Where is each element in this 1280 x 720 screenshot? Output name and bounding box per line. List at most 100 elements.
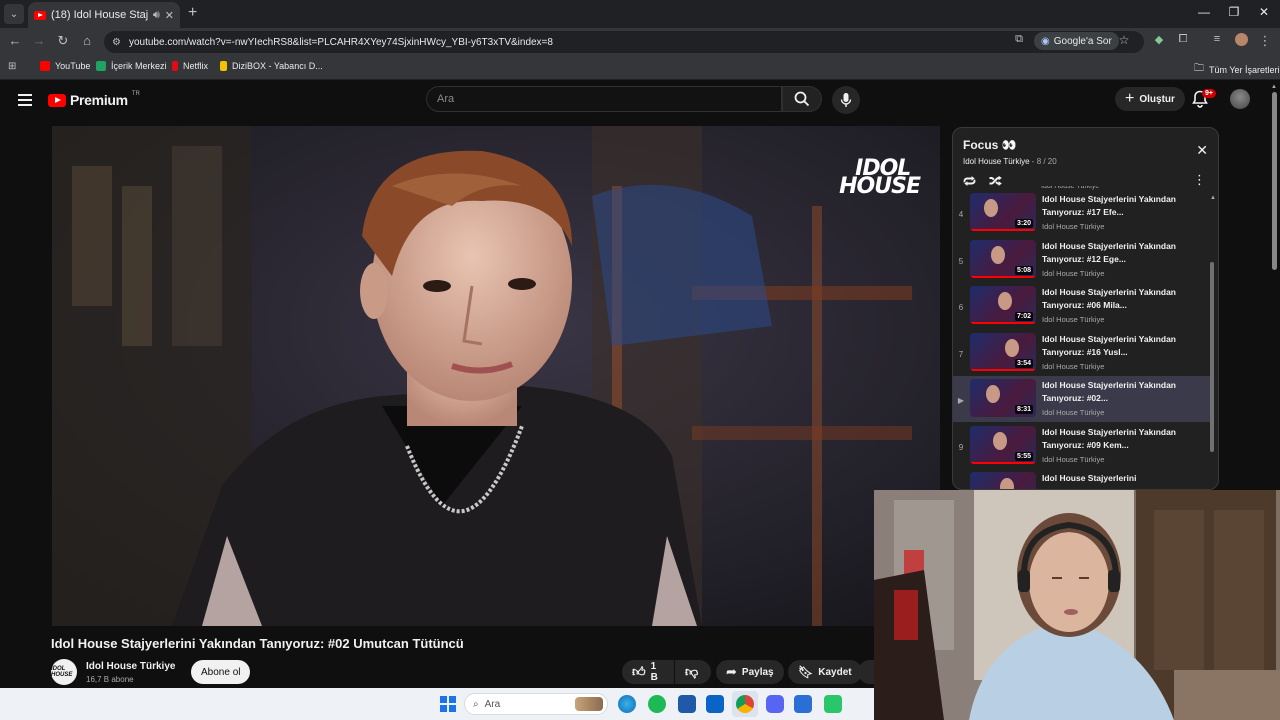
playlist-scrollbar[interactable] xyxy=(1210,262,1214,452)
bookmark-netflix[interactable]: Netflix xyxy=(172,61,208,71)
page-scroll-up-arrow-icon[interactable]: ▲ xyxy=(1271,84,1277,90)
watched-progress-bar xyxy=(970,368,1036,371)
playlist-item-title[interactable]: Idol House Stajyerlerini Yakından Tanıyo… xyxy=(1042,240,1202,266)
back-arrow-icon[interactable]: ← xyxy=(6,33,24,48)
dislike-button[interactable]: 👎︎ xyxy=(675,660,711,684)
search-highlight-image xyxy=(575,697,603,711)
extension-icon[interactable]: ◆ xyxy=(1150,33,1168,46)
site-settings-icon[interactable]: ⚙ xyxy=(112,37,121,48)
search-button[interactable] xyxy=(782,86,822,112)
file-explorer-icon[interactable] xyxy=(678,695,696,713)
playlist-item[interactable]: 9 5:55 Idol House Stajyerlerini Yakından T… xyxy=(953,423,1211,469)
playlist-more-icon[interactable]: ⋮ xyxy=(1193,172,1206,188)
playlist-item-title[interactable]: Idol House Stajyerlerini Yakından Tanıyo… xyxy=(1042,333,1202,359)
search-input[interactable]: Ara xyxy=(426,86,782,112)
playlist-item[interactable]: 7 3:54 Idol House Stajyerlerini Yakından T… xyxy=(953,330,1211,376)
taskbar-search-input[interactable]: ⌕ Ara xyxy=(464,693,608,715)
minimize-icon[interactable]: — xyxy=(1194,5,1214,19)
playlist-item-thumbnail[interactable]: 5:08 xyxy=(970,239,1036,278)
playlist-item-channel: Idol House Türkiye xyxy=(1042,361,1105,371)
google-sor-label: Google'a Sor xyxy=(1053,35,1112,47)
cast-icon[interactable]: ⧉ xyxy=(1010,33,1028,46)
video-player[interactable]: IDOL HOUSE xyxy=(52,126,940,626)
address-bar[interactable]: ⚙ youtube.com/watch?v=-nwYIechRS8&list=P… xyxy=(104,31,1144,53)
windows-taskbar: ⌕ Ara xyxy=(0,688,874,720)
youtube-premium-logo[interactable]: Premium TR xyxy=(48,91,140,108)
create-button[interactable]: + Oluştur xyxy=(1115,87,1185,111)
windows-start-icon[interactable] xyxy=(440,696,456,712)
new-tab-button[interactable]: + xyxy=(188,5,197,21)
thumbnail-face-image xyxy=(993,431,1007,450)
playlist-channel[interactable]: Idol House Türkiye xyxy=(963,157,1030,166)
bookmark-star-icon[interactable]: ☆ xyxy=(1115,33,1133,47)
chrome-icon[interactable] xyxy=(736,695,754,713)
close-playlist-icon[interactable]: ✕ xyxy=(1196,142,1208,159)
playlist-item-title[interactable]: Idol House Stajyerlerini Yakından Tanıyo… xyxy=(1042,379,1202,405)
playlist-item-thumbnail[interactable]: 3:20 xyxy=(970,193,1036,231)
share-button[interactable]: ➦ Paylaş xyxy=(716,660,784,684)
lens-icon: ◉ xyxy=(1041,35,1050,47)
bookmark-label: DiziBOX - Yabancı D... xyxy=(232,61,323,71)
discord-icon[interactable] xyxy=(766,695,784,713)
remote-desktop-icon[interactable] xyxy=(794,695,812,713)
shuffle-icon[interactable]: 🔀︎ xyxy=(989,172,1002,191)
taskbar-search-placeholder: Ara xyxy=(484,698,501,710)
playlist-item-title[interactable]: Idol House Stajyerlerini Yakından Tanıyo… xyxy=(1042,193,1202,219)
playlist-item[interactable]: 5 5:08 Idol House Stajyerlerini Yakından T… xyxy=(953,237,1211,283)
playlist-item-thumbnail[interactable]: 7:02 xyxy=(970,286,1036,324)
playlist-item-thumbnail[interactable]: 8:31 xyxy=(970,379,1036,417)
playlist-item-title[interactable]: Idol House Stajyerlerini Yakından Tanıyo… xyxy=(1042,426,1202,452)
video-duration: 5:55 xyxy=(1014,451,1033,461)
bookmark-icerik-merkezi[interactable]: İçerik Merkezi xyxy=(96,61,167,71)
subscribe-button[interactable]: Abone ol xyxy=(191,660,251,684)
like-count: 1 B xyxy=(650,661,658,683)
browser-toolbar: ← → ↻ ⌂ ⚙ youtube.com/watch?v=-nwYIechRS… xyxy=(0,28,1280,56)
like-button[interactable]: 👍︎ 1 B xyxy=(622,660,674,684)
outlook-icon[interactable] xyxy=(706,695,724,713)
playlist-item-current[interactable]: ▶ 8:31 Idol House Stajyerlerini Yakından T… xyxy=(953,376,1211,422)
bookmark-dizibox[interactable]: DiziBOX - Yabancı D... xyxy=(220,61,323,71)
scroll-up-arrow-icon[interactable]: ▲ xyxy=(1210,195,1216,201)
playlist-item-thumbnail[interactable] xyxy=(970,472,1036,489)
playlist-item-index: ▶ xyxy=(957,396,965,405)
chrome-menu-icon[interactable]: ⋮ xyxy=(1256,33,1274,49)
playlist-item-thumbnail[interactable]: 3:54 xyxy=(970,332,1036,371)
restore-icon[interactable]: ❐ xyxy=(1224,5,1244,19)
tab-search-button[interactable]: ⌄ xyxy=(4,4,24,24)
forward-arrow-icon[interactable]: → xyxy=(30,33,48,48)
bookmark-label: YouTube xyxy=(55,61,91,71)
extensions-puzzle-icon[interactable]: ⧠ xyxy=(1174,33,1192,46)
playlist-item[interactable]: Idol House Stajyerlerini xyxy=(953,469,1211,489)
channel-avatar[interactable]: IDOL HOUSE xyxy=(51,659,77,685)
edge-browser-icon[interactable] xyxy=(618,695,636,713)
hamburger-menu-icon[interactable] xyxy=(18,94,32,109)
bookmark-youtube[interactable]: YouTube xyxy=(40,61,90,71)
speaker-icon[interactable]: 🔊︎ xyxy=(153,9,160,22)
loop-icon[interactable]: 🔁︎ xyxy=(963,172,976,191)
reload-icon[interactable]: ↻ xyxy=(54,33,72,49)
home-icon[interactable]: ⌂ xyxy=(78,33,96,48)
spotify-icon[interactable] xyxy=(648,695,666,713)
playlist-item-title[interactable]: Idol House Stajyerlerini Yakından Tanıyo… xyxy=(1042,286,1202,312)
browser-tab-active[interactable]: (18) Idol House Stajyerlerini Yakından T… xyxy=(28,2,180,28)
account-avatar[interactable] xyxy=(1230,89,1250,109)
apps-grid-icon[interactable]: ⊞ xyxy=(8,61,16,72)
close-tab-icon[interactable]: ✕ xyxy=(165,9,174,22)
reading-list-icon[interactable]: ≡ xyxy=(1208,33,1226,45)
close-window-icon[interactable]: ✕ xyxy=(1254,5,1274,19)
bookmark-icon: 🔖︎ xyxy=(798,665,814,679)
playlist-item[interactable]: 6 7:02 Idol House Stajyerlerini Yakından T… xyxy=(953,283,1211,329)
thumbnail-face-image xyxy=(991,245,1005,264)
google-sor-button[interactable]: ◉ Google'a Sor xyxy=(1034,32,1119,50)
playlist-item[interactable]: 4 3:20 Idol House Stajyerlerini Yakından T… xyxy=(953,190,1211,236)
save-button[interactable]: 🔖︎ Kaydet xyxy=(788,660,862,684)
profile-avatar-icon[interactable] xyxy=(1232,33,1250,49)
page-scrollbar[interactable] xyxy=(1272,92,1277,270)
app-icon[interactable] xyxy=(824,695,842,713)
playlist-item-thumbnail[interactable]: 5:55 xyxy=(970,425,1036,464)
voice-search-button[interactable] xyxy=(832,86,860,114)
playlist-title[interactable]: Focus 👀 xyxy=(963,138,1017,152)
playlist-item-title[interactable]: Idol House Stajyerlerini xyxy=(1042,472,1202,485)
all-bookmarks-folder[interactable]: 🗀 Tüm Yer İşaretleri xyxy=(1194,61,1280,78)
channel-name[interactable]: Idol House Türkiye xyxy=(86,661,175,672)
